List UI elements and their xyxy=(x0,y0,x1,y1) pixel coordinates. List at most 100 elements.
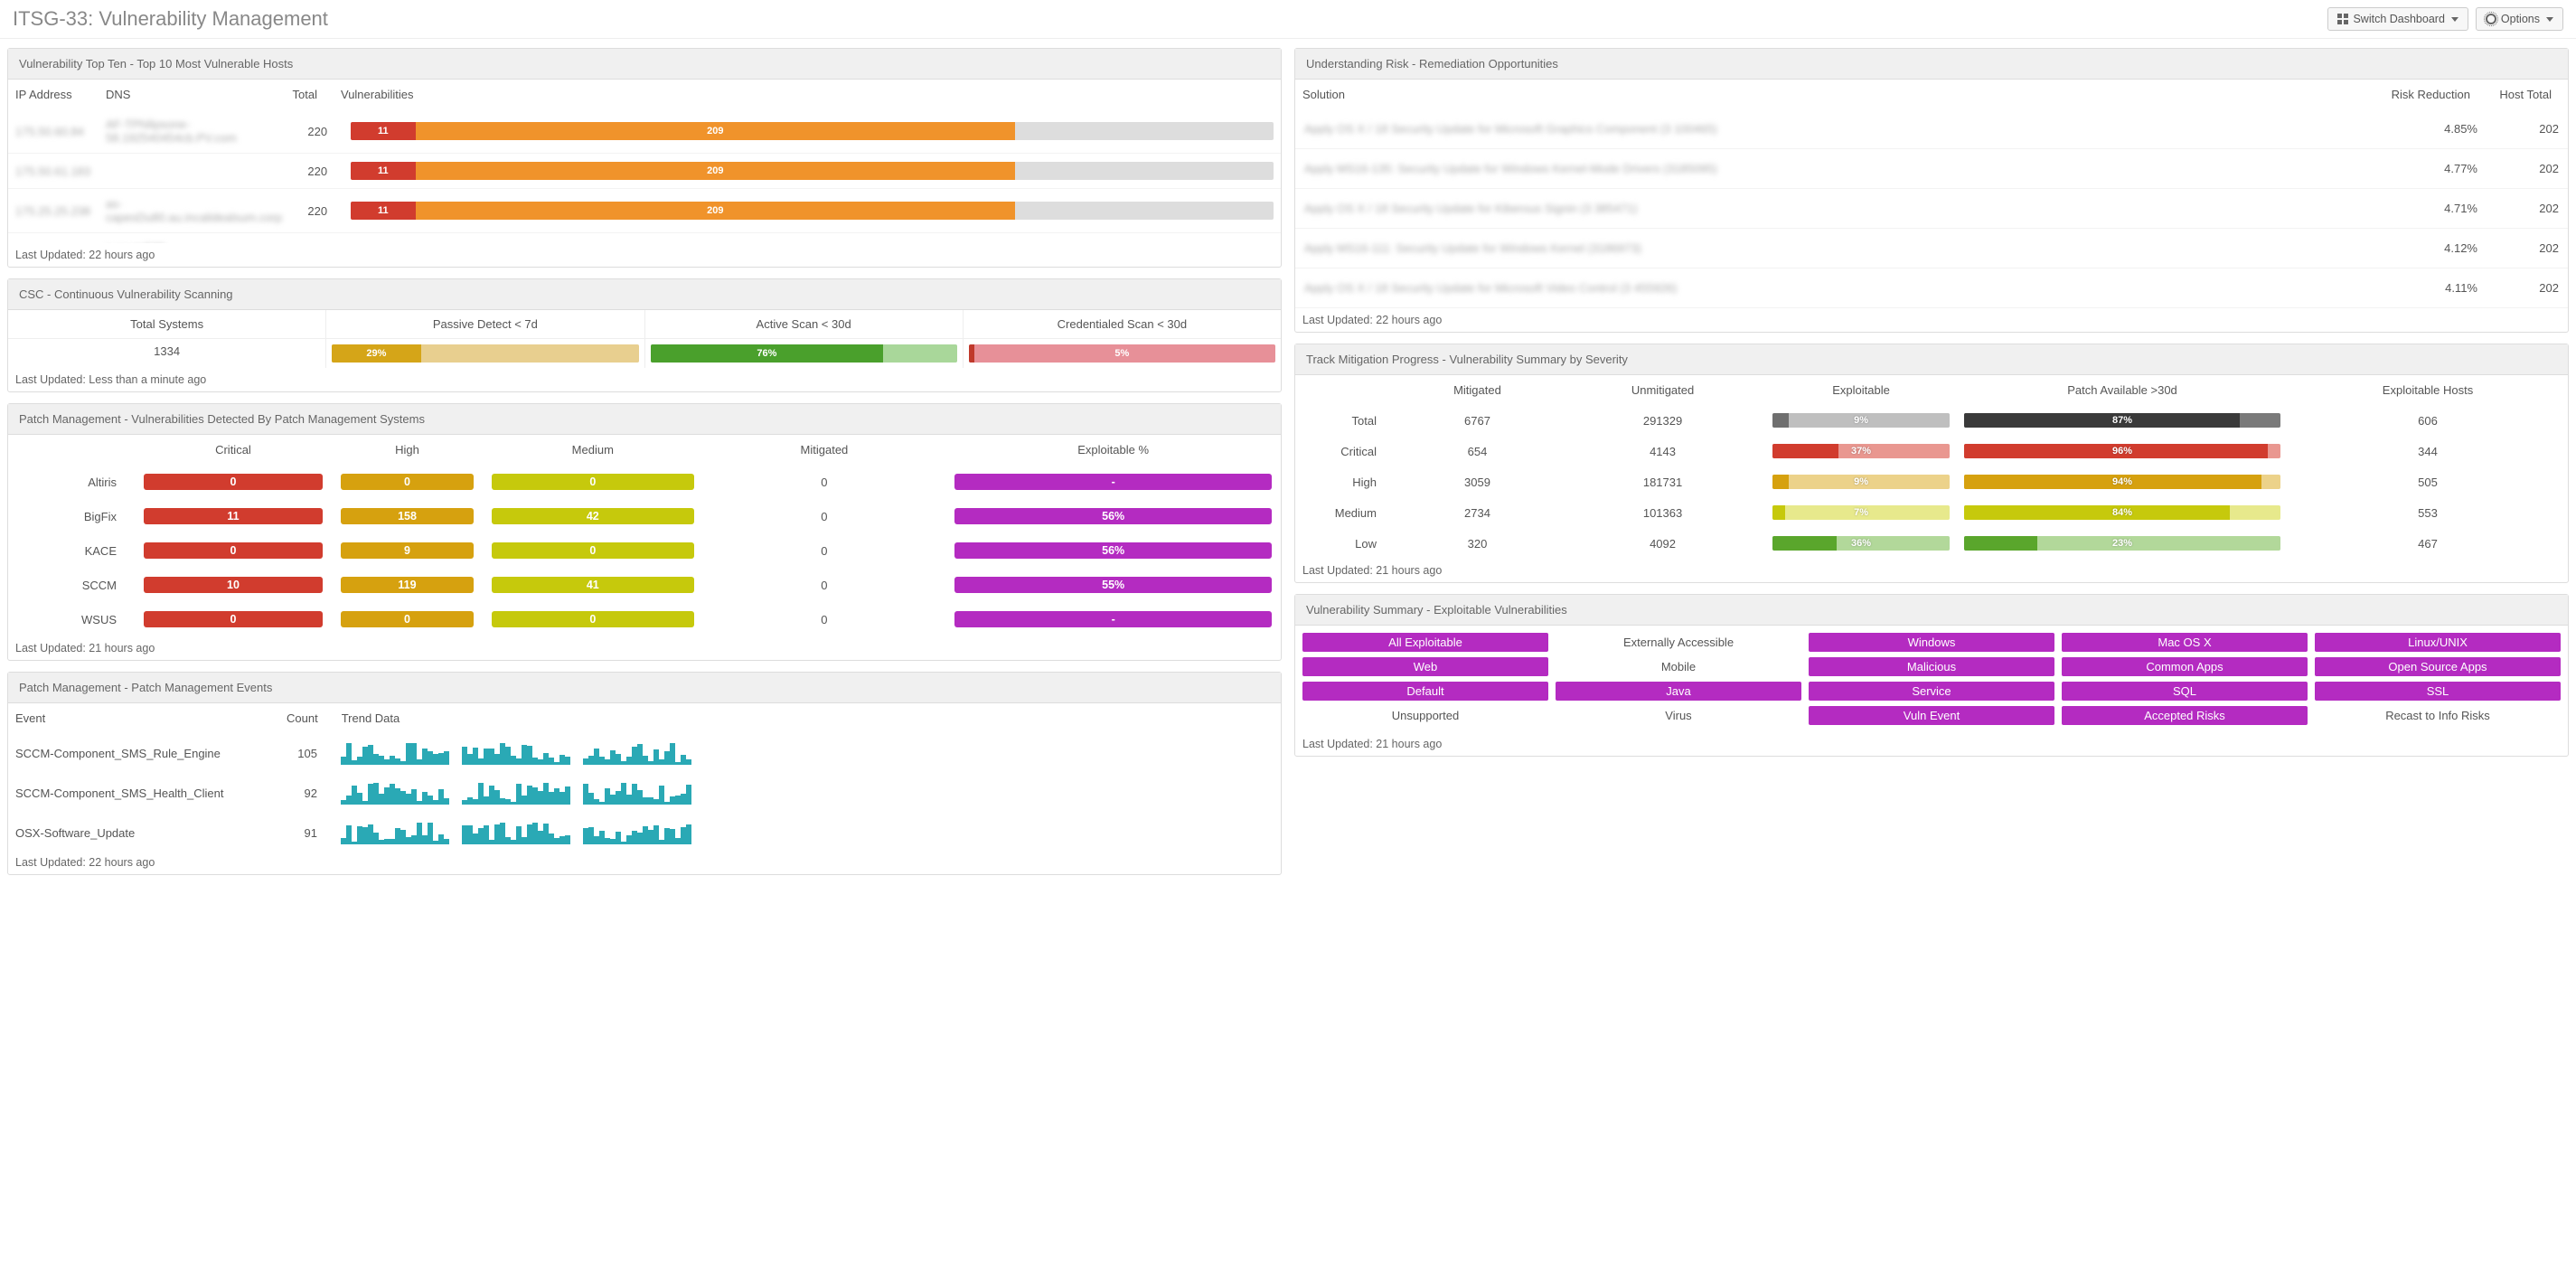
filter-tag[interactable]: Virus xyxy=(1556,706,1801,725)
options-button[interactable]: Options xyxy=(2476,7,2563,31)
col-header: Medium xyxy=(483,435,702,465)
switch-dashboard-button[interactable]: Switch Dashboard xyxy=(2327,7,2468,31)
cell-mitigated: 0 xyxy=(703,533,946,568)
col-header xyxy=(8,435,135,465)
filter-tag[interactable]: Mac OS X xyxy=(2062,633,2308,652)
filter-tag[interactable]: Linux/UNIX xyxy=(2315,633,2561,652)
table-row[interactable]: 175.60.25.192s-acumE85-43.su.larabthosol… xyxy=(8,233,1281,244)
panel-title: Vulnerability Summary - Exploitable Vuln… xyxy=(1295,595,2568,626)
panel-title: Patch Management - Vulnerabilities Detec… xyxy=(8,404,1281,435)
table-row[interactable]: Total67672913299%87%606 xyxy=(1295,405,2568,436)
col-event: Event xyxy=(8,703,279,733)
table-row[interactable]: Apply MS16-135: Security Update for Wind… xyxy=(1295,149,2568,189)
cell-medium: 42 xyxy=(492,508,693,524)
table-row[interactable]: BigFix1115842056% xyxy=(8,499,1281,533)
cell-event: SCCM-Component_SMS_Health_Client xyxy=(8,773,279,813)
cell-high: 0 xyxy=(341,474,474,490)
cell-reduction: 4.77% xyxy=(2369,149,2487,189)
csc-total-value: 1334 xyxy=(8,339,325,363)
filter-tag[interactable]: SSL xyxy=(2315,682,2561,701)
col-solution: Solution xyxy=(1295,80,2369,109)
cell-high: 119 xyxy=(341,577,474,593)
table-row[interactable]: Apply MS16-111: Security Update for Wind… xyxy=(1295,229,2568,268)
cell-critical: 11 xyxy=(144,508,323,524)
cell-severity: Total xyxy=(1295,405,1395,436)
filter-tag[interactable]: Unsupported xyxy=(1302,706,1548,725)
table-row[interactable]: 175.25.25.238as-capesDu80.au.incalideals… xyxy=(8,189,1281,233)
cell-solution: Apply OS X / 18 Security Update for Micr… xyxy=(1304,281,1677,295)
table-row[interactable]: High30591817319%94%505 xyxy=(1295,466,2568,497)
csc-cred-bar: 5% xyxy=(969,344,1275,363)
table-row[interactable]: SCCM-Component_SMS_Rule_Engine105 xyxy=(8,733,1281,773)
filter-tag[interactable]: Windows xyxy=(1809,633,2054,652)
table-row[interactable]: Critical654414337%96%344 xyxy=(1295,436,2568,466)
table-row[interactable]: WSUS0000- xyxy=(8,602,1281,636)
severity-bar: 84% xyxy=(1964,505,2280,520)
cell-unmitigated: 4143 xyxy=(1560,436,1765,466)
table-row[interactable]: Medium27341013637%84%553 xyxy=(1295,497,2568,528)
cell-solution: Apply OS X / 18 Security Update for Kibe… xyxy=(1304,202,1638,215)
table-row[interactable]: Apply OS X / 18 Security Update for Micr… xyxy=(1295,268,2568,308)
panel-updated: Last Updated: 22 hours ago xyxy=(8,851,1281,874)
top10-scroll[interactable]: 175.50.60.84AF-TPhilipsone-58.192540454c… xyxy=(8,109,1281,243)
table-row[interactable]: 175.50.60.84AF-TPhilipsone-58.192540454c… xyxy=(8,109,1281,154)
cell-critical: 0 xyxy=(144,542,323,559)
panel-remediation: Understanding Risk - Remediation Opportu… xyxy=(1294,48,2569,333)
cell-hosts: 202 xyxy=(2487,268,2568,308)
cell-count: 92 xyxy=(279,773,334,813)
cell-mitigated: 3059 xyxy=(1395,466,1560,497)
filter-tag[interactable]: Malicious xyxy=(1809,657,2054,676)
filter-tag[interactable]: Mobile xyxy=(1556,657,1801,676)
filter-tag[interactable]: Default xyxy=(1302,682,1548,701)
col-count: Count xyxy=(279,703,334,733)
filter-tag[interactable]: Java xyxy=(1556,682,1801,701)
table-row[interactable]: KACE090056% xyxy=(8,533,1281,568)
switch-dashboard-label: Switch Dashboard xyxy=(2353,13,2444,25)
table-row[interactable]: SCCM-Component_SMS_Health_Client92 xyxy=(8,773,1281,813)
col-total: Total xyxy=(279,80,334,109)
filter-tag[interactable]: Vuln Event xyxy=(1809,706,2054,725)
severity-bar: 87% xyxy=(1964,413,2280,428)
filter-tag[interactable]: Common Apps xyxy=(2062,657,2308,676)
severity-bar: 9% xyxy=(1772,475,1950,489)
table-row[interactable]: Apply OS X / 18 Security Update for Micr… xyxy=(1295,109,2568,149)
cell-severity: High xyxy=(1295,466,1395,497)
vuln-bar: 11209 xyxy=(351,122,1274,140)
panel-title: Vulnerability Top Ten - Top 10 Most Vuln… xyxy=(8,49,1281,80)
cell-total: 197 xyxy=(289,233,343,244)
filter-tag[interactable]: Externally Accessible xyxy=(1556,633,1801,652)
filter-tag[interactable]: Recast to Info Risks xyxy=(2315,706,2561,725)
col-header: Exploitable % xyxy=(945,435,1281,465)
cell-exploitable: 56% xyxy=(954,542,1272,559)
filter-tag[interactable]: Web xyxy=(1302,657,1548,676)
severity-bar: 9% xyxy=(1772,413,1950,428)
col-header: Unmitigated xyxy=(1560,375,1765,405)
table-row[interactable]: 175.50.61.18322011209 xyxy=(8,154,1281,189)
filter-tag[interactable]: All Exploitable xyxy=(1302,633,1548,652)
cell-hosts: 467 xyxy=(2288,528,2568,559)
options-label: Options xyxy=(2501,13,2540,25)
sparkline xyxy=(341,781,449,805)
cell-exploitable: 56% xyxy=(954,508,1272,524)
filter-tag[interactable]: Service xyxy=(1809,682,2054,701)
cell-medium: 41 xyxy=(492,577,693,593)
cell-severity: Medium xyxy=(1295,497,1395,528)
table-row[interactable]: OSX-Software_Update91 xyxy=(8,813,1281,851)
table-row[interactable]: Apply OS X / 18 Security Update for Kibe… xyxy=(1295,189,2568,229)
table-row[interactable]: SCCM1011941055% xyxy=(8,568,1281,602)
cell-total: 220 xyxy=(289,189,343,233)
panel-title: Understanding Risk - Remediation Opportu… xyxy=(1295,49,2568,80)
filter-tag[interactable]: Accepted Risks xyxy=(2062,706,2308,725)
table-row[interactable]: Altiris0000- xyxy=(8,465,1281,499)
patch-events-scroll[interactable]: SCCM-Component_SMS_Rule_Engine105SCCM-Co… xyxy=(8,733,1281,851)
table-row[interactable]: Low320409236%23%467 xyxy=(1295,528,2568,559)
sparkline xyxy=(583,821,691,844)
cell-severity: Low xyxy=(1295,528,1395,559)
cell-exploitable: 55% xyxy=(954,577,1272,593)
filter-tag[interactable]: SQL xyxy=(2062,682,2308,701)
filter-tag[interactable]: Open Source Apps xyxy=(2315,657,2561,676)
csc-active-bar: 76% xyxy=(651,344,957,363)
panel-csc: CSC - Continuous Vulnerability Scanning … xyxy=(7,278,1282,392)
col-header: High xyxy=(332,435,483,465)
cell-unmitigated: 181731 xyxy=(1560,466,1765,497)
